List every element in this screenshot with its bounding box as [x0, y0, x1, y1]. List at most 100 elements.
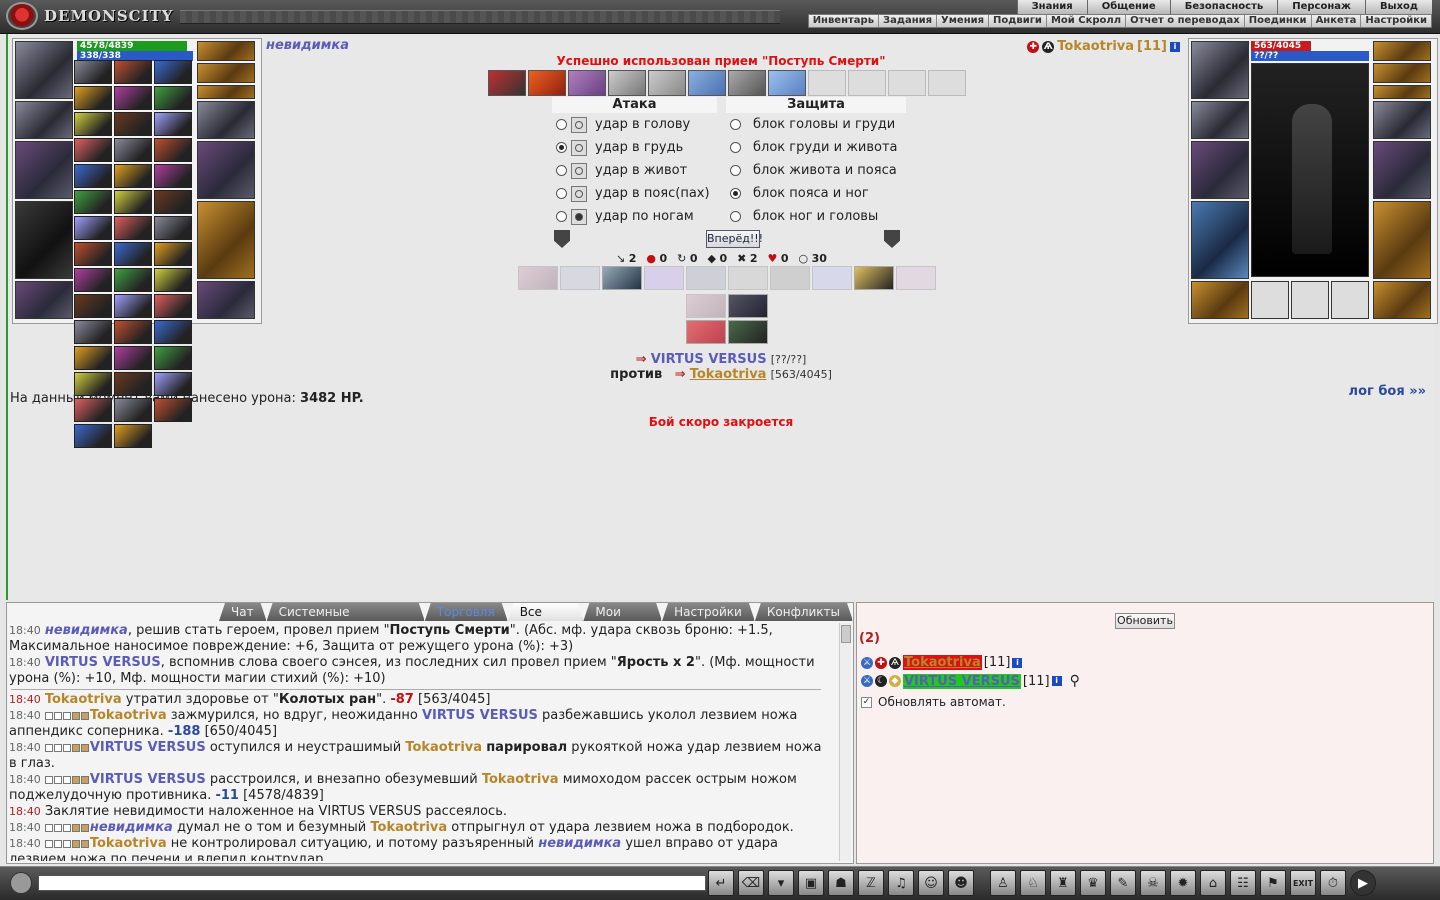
- enemy-gloves-slot[interactable]: [1373, 101, 1431, 139]
- spell-slot[interactable]: [74, 86, 112, 110]
- log-player-name[interactable]: Tokaotriva: [90, 708, 167, 723]
- mask-icon[interactable]: ☠: [1140, 870, 1166, 896]
- participant-name[interactable]: Tokaotriva: [903, 655, 982, 670]
- log-player-name[interactable]: Tokaotriva: [90, 836, 167, 851]
- tab-system-messages[interactable]: Системные сообщения: [267, 603, 425, 621]
- save-icon[interactable]: ▣: [798, 870, 824, 896]
- info-icon[interactable]: i: [1012, 657, 1023, 668]
- spell-slot[interactable]: [154, 86, 192, 110]
- enemy-name[interactable]: Tokaotriva: [1057, 39, 1134, 54]
- spell-slot[interactable]: [74, 398, 112, 422]
- bag-icon[interactable]: ♜: [1050, 870, 1076, 896]
- scroll-icon[interactable]: ✎: [1110, 870, 1136, 896]
- spell-slot[interactable]: [154, 190, 192, 214]
- send-icon[interactable]: ↵: [708, 870, 734, 896]
- enemy-amulet-slot[interactable]: [1373, 41, 1431, 61]
- add-friend-icon[interactable]: ⚲: [1070, 673, 1080, 689]
- monk-icon[interactable]: ♙: [990, 870, 1016, 896]
- spell-slot[interactable]: [154, 320, 192, 344]
- spell-slot[interactable]: [74, 268, 112, 292]
- logo[interactable]: DEMONSCITY: [6, 2, 173, 30]
- submenu-transfer-report[interactable]: Отчет о переводах: [1126, 15, 1245, 27]
- player-helmet-slot[interactable]: [15, 41, 73, 99]
- character-icon[interactable]: ☗: [828, 870, 854, 896]
- defense-radio[interactable]: [730, 142, 741, 153]
- spell-slot[interactable]: [74, 190, 112, 214]
- enemy-boots-slot[interactable]: [1373, 281, 1431, 319]
- menu-exit[interactable]: Выход: [1364, 0, 1432, 14]
- spell-slot[interactable]: [154, 242, 192, 266]
- fighter-a-name[interactable]: VIRTUS VERSUS: [651, 352, 767, 367]
- log-player-name[interactable]: Tokaotriva: [482, 772, 559, 787]
- refresh-button[interactable]: Обновить: [1115, 613, 1175, 629]
- spell-slot[interactable]: [154, 372, 192, 396]
- participant-name[interactable]: VIRTUS VERSUS: [903, 673, 1021, 689]
- log-player-name[interactable]: невидимка: [90, 820, 173, 835]
- effect-icon[interactable]: [728, 294, 768, 318]
- log-player-name[interactable]: VIRTUS VERSUS: [90, 740, 206, 755]
- enemy-weapon-slot[interactable]: [1191, 141, 1249, 199]
- spell-slot[interactable]: [114, 190, 152, 214]
- attack-option[interactable]: удар по ногам: [552, 205, 717, 228]
- eraser-icon[interactable]: ⌫: [738, 870, 764, 896]
- submenu-my-scroll[interactable]: Мой Скролл: [1047, 15, 1127, 27]
- spell-slot[interactable]: [74, 320, 112, 344]
- effect-icon[interactable]: [686, 320, 726, 344]
- effect-icon[interactable]: [560, 266, 600, 290]
- defense-radio[interactable]: [730, 211, 741, 222]
- enemy-belt-slot[interactable]: [1191, 281, 1249, 319]
- auto-refresh-checkbox[interactable]: ✓: [861, 696, 872, 708]
- attack-option[interactable]: удар в грудь: [552, 136, 717, 159]
- effect-icon[interactable]: [770, 266, 810, 290]
- clock-icon[interactable]: ⏱: [1320, 870, 1346, 896]
- effect-icon[interactable]: [602, 266, 642, 290]
- effect-icon[interactable]: [812, 266, 852, 290]
- attack-target-toggle[interactable]: [571, 185, 587, 202]
- menu-communication[interactable]: Общение: [1086, 0, 1170, 14]
- spell-slot[interactable]: [74, 242, 112, 266]
- exit-icon[interactable]: EXIT: [1290, 870, 1316, 896]
- spell-slot[interactable]: [74, 294, 112, 318]
- spell-slot[interactable]: [114, 424, 152, 448]
- treasure-icon[interactable]: ♛: [1080, 870, 1106, 896]
- effect-icon[interactable]: [644, 266, 684, 290]
- fighter-b-name[interactable]: Tokaotriva: [690, 367, 767, 382]
- effect-icon[interactable]: [686, 294, 726, 318]
- tab-trade[interactable]: Торговля: [425, 603, 508, 621]
- effect-icon[interactable]: [854, 266, 894, 290]
- effect-icon[interactable]: [728, 320, 768, 344]
- player-ring2-slot[interactable]: [197, 85, 255, 99]
- tab-chat[interactable]: Чат: [219, 603, 267, 621]
- attack-radio[interactable]: [556, 165, 567, 176]
- spell-slot[interactable]: [154, 60, 192, 84]
- technique-slot[interactable]: [728, 70, 766, 96]
- music-icon[interactable]: ♫: [888, 870, 914, 896]
- technique-slot[interactable]: [568, 70, 606, 96]
- spell-slot[interactable]: [154, 138, 192, 162]
- spell-slot[interactable]: [74, 216, 112, 240]
- spell-slot[interactable]: [154, 112, 192, 136]
- tab-settings[interactable]: Настройки: [662, 603, 755, 621]
- defense-option[interactable]: блок ног и головы: [726, 205, 906, 228]
- player-legs-slot[interactable]: [197, 201, 255, 279]
- enemy-bracers-slot[interactable]: [1191, 101, 1249, 139]
- defense-option[interactable]: блок головы и груди: [726, 113, 906, 136]
- technique-slot[interactable]: [528, 70, 566, 96]
- spell-slot[interactable]: [74, 424, 112, 448]
- spell-slot[interactable]: [114, 60, 152, 84]
- spell-slot[interactable]: [154, 164, 192, 188]
- play-icon[interactable]: ▶: [1350, 870, 1376, 896]
- spell-slot[interactable]: [154, 216, 192, 240]
- log-player-name[interactable]: Tokaotriva: [370, 820, 447, 835]
- technique-slot[interactable]: [688, 70, 726, 96]
- forward-button[interactable]: Вперёд!!!: [706, 230, 763, 248]
- wheel-icon[interactable]: ✹: [1170, 870, 1196, 896]
- technique-slot[interactable]: [648, 70, 686, 96]
- attack-radio[interactable]: [556, 142, 567, 153]
- menu-character[interactable]: Персонаж: [1277, 0, 1365, 14]
- spell-slot[interactable]: [114, 346, 152, 370]
- log-player-name[interactable]: VIRTUS VERSUS: [90, 772, 206, 787]
- filter-icon[interactable]: ▾: [768, 870, 794, 896]
- tab-conflicts[interactable]: Конфликты: [755, 603, 853, 621]
- spell-slot[interactable]: [114, 294, 152, 318]
